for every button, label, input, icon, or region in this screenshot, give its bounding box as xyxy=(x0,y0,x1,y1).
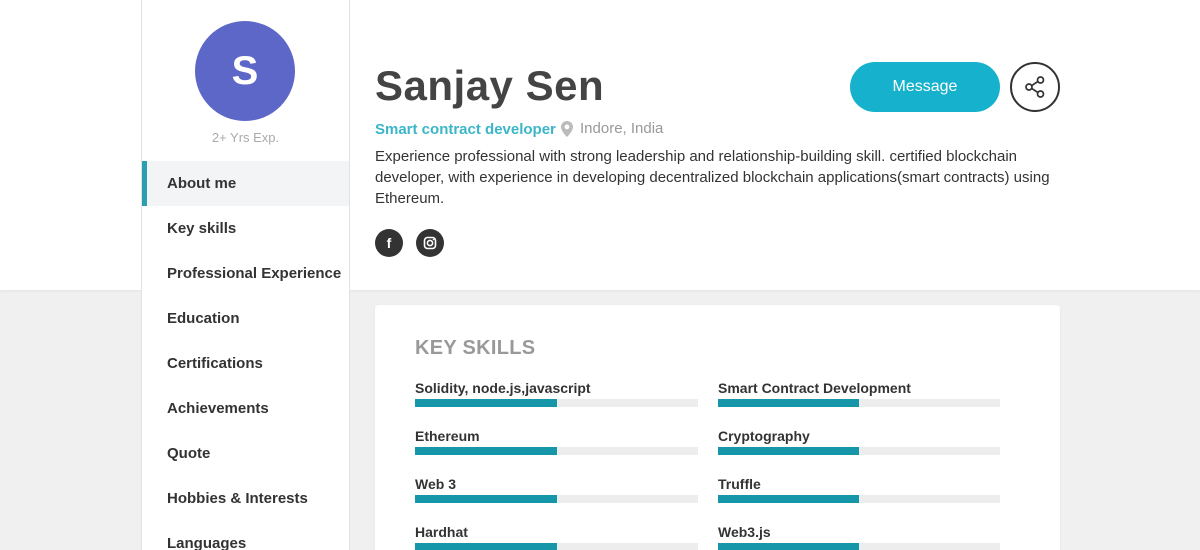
skill-item: Smart Contract Development xyxy=(718,380,1000,428)
skill-item: Cryptography xyxy=(718,428,1000,476)
skill-name: Hardhat xyxy=(415,524,468,540)
skill-progress-bar xyxy=(415,495,698,503)
sidebar-item-key-skills[interactable]: Key skills xyxy=(142,206,349,251)
skill-name: Cryptography xyxy=(718,428,810,444)
sidebar-nav: About me Key skills Professional Experienc… xyxy=(142,161,349,550)
sidebar-item-education[interactable]: Education xyxy=(142,296,349,341)
sidebar-item-languages[interactable]: Languages xyxy=(142,521,349,550)
profile-role: Smart contract developer xyxy=(375,121,556,138)
facebook-icon[interactable]: f xyxy=(375,229,403,257)
sidebar-item-quote[interactable]: Quote xyxy=(142,431,349,476)
skill-item: Ethereum xyxy=(415,428,698,476)
skill-item: Solidity, node.js,javascript xyxy=(415,380,698,428)
skill-item: Truffle xyxy=(718,476,1000,524)
skill-progress-fill xyxy=(718,447,859,455)
skill-progress-fill xyxy=(718,543,859,550)
skill-progress-fill xyxy=(415,399,557,407)
skill-progress-fill xyxy=(415,495,557,503)
skill-progress-fill xyxy=(718,495,859,503)
social-links: f xyxy=(375,229,444,257)
share-icon[interactable] xyxy=(1010,62,1060,112)
skill-name: Web 3 xyxy=(415,476,456,492)
map-pin-icon xyxy=(561,120,573,137)
message-button[interactable]: Message xyxy=(850,62,1000,112)
location-text: Indore, India xyxy=(580,120,664,137)
sidebar-item-certifications[interactable]: Certifications xyxy=(142,341,349,386)
share-glyph xyxy=(1025,76,1045,98)
sidebar: S 2+ Yrs Exp. About me Key skills Professi… xyxy=(141,0,350,550)
skill-name: Solidity, node.js,javascript xyxy=(415,380,591,396)
skill-progress-bar xyxy=(415,447,698,455)
skill-progress-bar xyxy=(718,447,1000,455)
skill-progress-bar xyxy=(718,495,1000,503)
key-skills-card: KEY SKILLS Solidity, node.js,javascript S… xyxy=(375,305,1060,550)
skills-grid: Solidity, node.js,javascript Smart Contra… xyxy=(415,380,1000,550)
skill-progress-fill xyxy=(415,447,557,455)
skill-progress-bar xyxy=(718,399,1000,407)
profile-location: Indore, India xyxy=(561,120,663,137)
key-skills-title: KEY SKILLS xyxy=(415,337,536,359)
skill-name: Web3.js xyxy=(718,524,771,540)
skill-name: Truffle xyxy=(718,476,761,492)
skill-progress-bar xyxy=(415,399,698,407)
skill-item: Hardhat xyxy=(415,524,698,550)
avatar: S xyxy=(195,21,295,121)
skill-progress-fill xyxy=(718,399,859,407)
instagram-icon[interactable] xyxy=(416,229,444,257)
profile-bio: Experience professional with strong lead… xyxy=(375,148,1050,207)
skill-progress-bar xyxy=(718,543,1000,550)
skill-name: Ethereum xyxy=(415,428,480,444)
experience-label: 2+ Yrs Exp. xyxy=(211,130,280,145)
sidebar-item-achievements[interactable]: Achievements xyxy=(142,386,349,431)
sidebar-item-professional-experience[interactable]: Professional Experience xyxy=(142,251,349,296)
skill-item: Web3.js xyxy=(718,524,1000,550)
sidebar-item-hobbies-interests[interactable]: Hobbies & Interests xyxy=(142,476,349,521)
sidebar-item-about-me[interactable]: About me xyxy=(142,161,349,206)
skill-progress-fill xyxy=(415,543,557,550)
skill-name: Smart Contract Development xyxy=(718,380,911,396)
profile-name: Sanjay Sen xyxy=(375,62,605,109)
skill-progress-bar xyxy=(415,543,698,550)
skill-item: Web 3 xyxy=(415,476,698,524)
instagram-glyph xyxy=(423,236,437,250)
